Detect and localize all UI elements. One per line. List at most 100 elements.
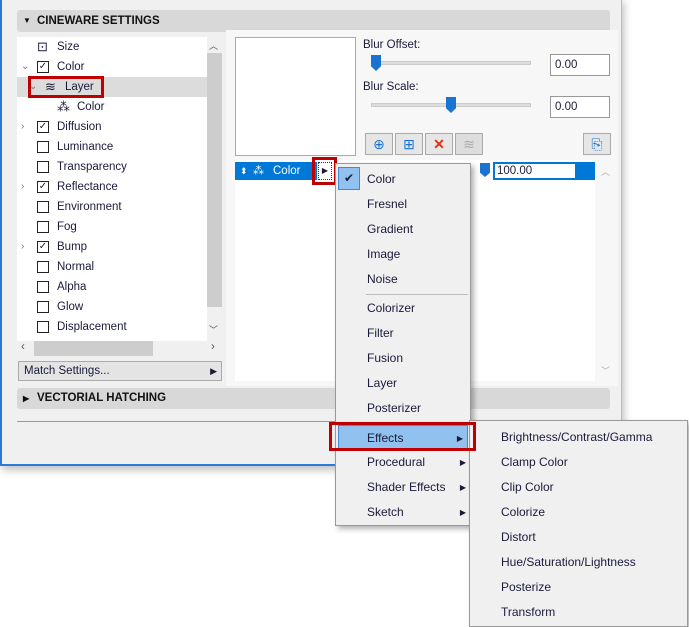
- add-folder-button[interactable]: ⊞: [395, 133, 423, 155]
- tree-item[interactable]: Transparency: [17, 157, 207, 177]
- checkbox[interactable]: [37, 141, 49, 153]
- menu-item[interactable]: Posterizer: [336, 396, 470, 421]
- tree-item[interactable]: ⌄ ✓ Color: [17, 57, 207, 77]
- add-shader-icon: ⊕: [373, 136, 385, 152]
- menu-item[interactable]: Layer: [336, 371, 470, 396]
- tree-item[interactable]: Fog: [17, 217, 207, 237]
- checkbox[interactable]: ✓: [37, 241, 49, 253]
- scroll-down-icon[interactable]: ﹀: [209, 323, 218, 336]
- menu-item[interactable]: Procedural ▶: [336, 450, 470, 475]
- menu-item-label: Procedural: [367, 455, 426, 469]
- tree-item[interactable]: › ✓ Bump: [17, 237, 207, 257]
- layer-row-color[interactable]: ⬍ ⁂ Color: [235, 162, 317, 180]
- menu-item[interactable]: Shader Effects ▶: [336, 475, 470, 500]
- add-shader-button[interactable]: ⊕: [365, 133, 393, 155]
- menu-item-label: Layer: [367, 376, 398, 390]
- tree-horizontal-scrollbar[interactable]: ‹ ›: [17, 341, 222, 356]
- tree-item[interactable]: Environment: [17, 197, 207, 217]
- channel-tree: ⊡ Size ⌄ ✓ Color ⌄ ≋ Layer ⁂ Color › ✓ Diffusion Lumi…: [17, 37, 222, 341]
- submenu-item[interactable]: Colorize: [501, 500, 545, 525]
- tree-item-label: Luminance: [57, 141, 114, 153]
- scroll-up-icon[interactable]: ︿: [209, 39, 218, 52]
- tree-item[interactable]: ⊡ Size: [17, 37, 207, 57]
- blur-scale-input[interactable]: 0.00: [550, 96, 610, 118]
- tree-item-label: Fog: [57, 221, 77, 233]
- tree-item-label: Size: [57, 41, 80, 53]
- opacity-input[interactable]: 100.00: [495, 164, 575, 178]
- tree-item[interactable]: › ✓ Reflectance: [17, 177, 207, 197]
- chevron-down-icon[interactable]: ⌄: [21, 57, 33, 77]
- menu-item[interactable]: Filter: [336, 321, 470, 346]
- submenu-arrow-icon: ▶: [459, 458, 466, 467]
- cineware-settings-header[interactable]: ▼ CINEWARE SETTINGS: [17, 10, 610, 32]
- menu-item[interactable]: Fusion: [336, 346, 470, 371]
- scroll-up-icon[interactable]: ︿: [601, 165, 610, 178]
- checkbox[interactable]: [37, 221, 49, 233]
- menu-item-label: Noise: [367, 272, 398, 286]
- tree-item-label: Color: [57, 61, 85, 73]
- checkbox[interactable]: [37, 301, 49, 313]
- scroll-thumb[interactable]: [207, 53, 222, 307]
- chevron-right-icon[interactable]: ›: [21, 117, 33, 137]
- checkbox[interactable]: [37, 261, 49, 273]
- submenu-arrow-icon: ▶: [459, 483, 466, 492]
- submenu-item[interactable]: Distort: [501, 525, 536, 550]
- chevron-right-icon[interactable]: ›: [21, 177, 33, 197]
- tree-item[interactable]: Alpha: [17, 277, 207, 297]
- scroll-right-icon[interactable]: ›: [211, 341, 215, 353]
- menu-item[interactable]: Gradient: [336, 217, 470, 242]
- menu-item[interactable]: Fresnel: [336, 192, 470, 217]
- tree-item[interactable]: Displacement: [17, 317, 207, 337]
- menu-item[interactable]: Colorizer: [336, 296, 470, 321]
- submenu-item[interactable]: Transform: [501, 600, 555, 625]
- section-title: CINEWARE SETTINGS: [37, 15, 160, 27]
- triangle-right-icon: ▶: [210, 366, 217, 376]
- match-settings-button[interactable]: Match Settings... ▶: [18, 361, 222, 381]
- submenu-item[interactable]: Brightness/Contrast/Gamma: [501, 425, 652, 450]
- checkbox[interactable]: [37, 201, 49, 213]
- tree-item-label: Normal: [57, 261, 95, 273]
- tree-item[interactable]: Normal: [17, 257, 207, 277]
- checkbox[interactable]: ✓: [37, 181, 49, 193]
- checkbox[interactable]: ✓: [37, 121, 49, 133]
- blur-offset-slider[interactable]: [371, 61, 531, 65]
- scroll-down-icon[interactable]: ﹀: [601, 364, 610, 377]
- reorder-icon: ⬍: [240, 166, 248, 176]
- submenu-item[interactable]: Posterize: [501, 575, 551, 600]
- menu-item[interactable]: Image: [336, 242, 470, 267]
- tree-item-label: Bump: [57, 241, 88, 253]
- menu-item[interactable]: Noise: [336, 267, 470, 292]
- checkbox[interactable]: ✓: [37, 61, 49, 73]
- chevron-right-icon[interactable]: ›: [21, 237, 33, 257]
- menu-item-label: Image: [367, 247, 401, 261]
- export-button[interactable]: ⎘: [583, 133, 611, 155]
- delete-button[interactable]: ✕: [425, 133, 453, 155]
- tree-item[interactable]: ⁂ Color: [17, 97, 207, 117]
- vectorial-hatching-header[interactable]: ▶ VECTORIAL HATCHING: [17, 388, 610, 409]
- tree-item[interactable]: Glow: [17, 297, 207, 317]
- menu-item[interactable]: Sketch ▶: [336, 500, 470, 525]
- submenu-item[interactable]: Clip Color: [501, 475, 554, 500]
- blur-offset-input[interactable]: 0.00: [550, 54, 610, 76]
- menu-item[interactable]: ✔ Color: [336, 167, 470, 192]
- tree-item[interactable]: › ✓ Diffusion: [17, 117, 207, 137]
- scroll-left-icon[interactable]: ‹: [21, 341, 25, 353]
- checkbox[interactable]: [37, 161, 49, 173]
- menu-item-label: Color: [367, 172, 396, 186]
- menu-item-label: Fusion: [367, 351, 404, 365]
- color-shader-icon: ⁂: [57, 99, 70, 114]
- submenu-item[interactable]: Hue/Saturation/Lightness: [501, 550, 636, 575]
- submenu-item[interactable]: Clamp Color: [501, 450, 568, 475]
- menu-item-label: Sketch: [367, 505, 404, 519]
- tree-vertical-scrollbar[interactable]: ︿ ﹀: [207, 37, 222, 341]
- opacity-slider-thumb[interactable]: [480, 163, 490, 177]
- delete-icon: ✕: [433, 136, 445, 152]
- scroll-thumb[interactable]: [34, 341, 153, 356]
- section-title: VECTORIAL HATCHING: [37, 392, 167, 404]
- callout-box: [329, 422, 476, 451]
- layers-button: ≋: [455, 133, 483, 155]
- checkbox[interactable]: [37, 281, 49, 293]
- export-icon: ⎘: [591, 136, 603, 152]
- tree-item[interactable]: Luminance: [17, 137, 207, 157]
- checkbox[interactable]: [37, 321, 49, 333]
